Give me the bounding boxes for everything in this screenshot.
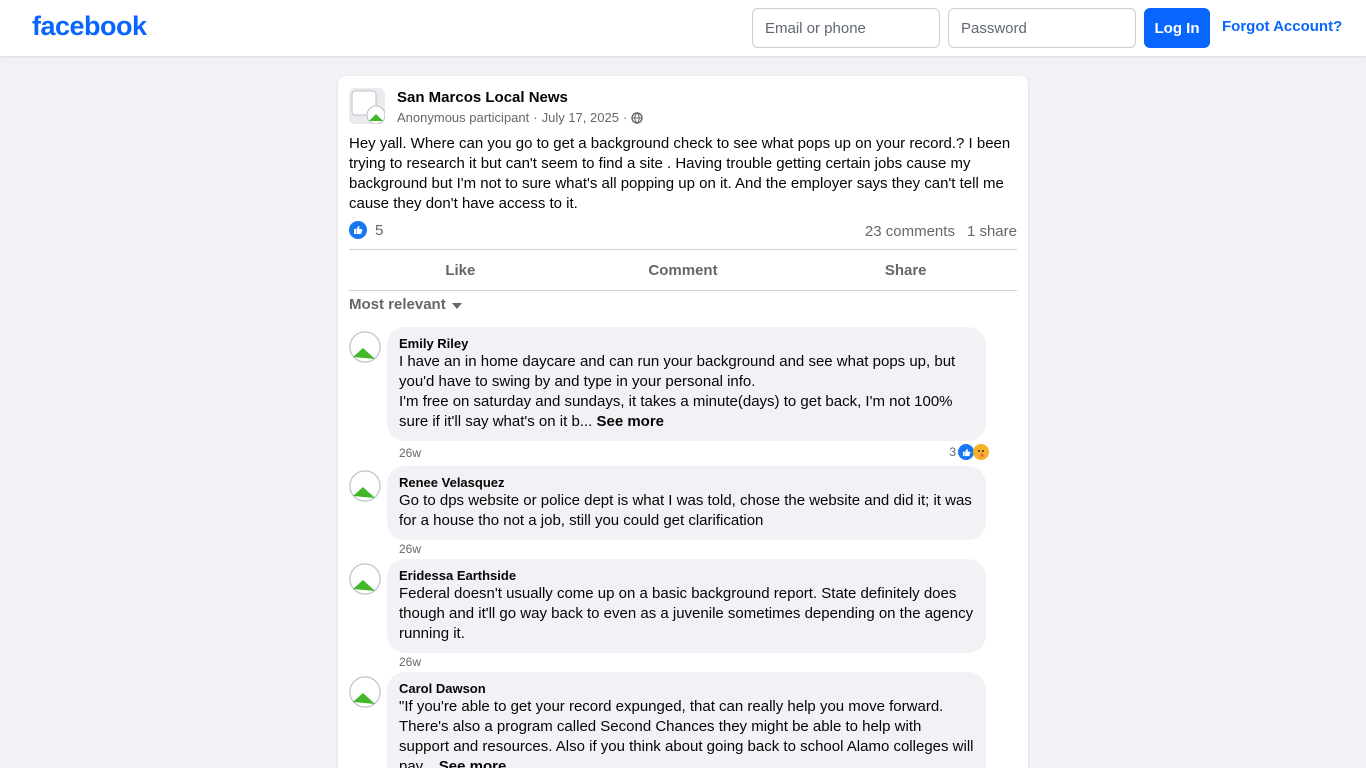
like-reaction-icon <box>958 444 974 460</box>
like-button[interactable]: Like <box>349 250 572 290</box>
commenter-name[interactable]: Renee Velasquez <box>399 475 974 491</box>
commenter-name[interactable]: Emily Riley <box>399 336 974 352</box>
meta-separator: · <box>622 110 628 125</box>
comment-sort-dropdown[interactable]: Most relevant <box>349 296 462 313</box>
care-reaction-icon <box>973 444 989 460</box>
reaction-summary[interactable]: 5 <box>349 221 383 239</box>
shares-count-link[interactable]: 1 share <box>967 223 1017 240</box>
comment-bubble: Carol Dawson "If you're able to get your… <box>387 672 986 768</box>
commenter-avatar[interactable] <box>349 331 381 363</box>
commenter-avatar[interactable] <box>349 676 381 708</box>
comment-text-continued: I'm free on saturday and sundays, it tak… <box>399 392 974 432</box>
comment-reactions[interactable]: 3 <box>949 444 989 460</box>
post-meta: Anonymous participant · July 17, 2025 · <box>397 110 643 125</box>
commenter-name[interactable]: Eridessa Earthside <box>399 568 974 584</box>
email-input[interactable] <box>752 8 940 48</box>
comment-text: I have an in home daycare and can run yo… <box>399 353 956 390</box>
comment-time[interactable]: 26w <box>399 655 421 669</box>
comment-bubble: Eridessa Earthside Federal doesn't usual… <box>387 559 986 653</box>
post-card: San Marcos Local News Anonymous particip… <box>338 76 1028 768</box>
like-reaction-icon <box>349 221 367 239</box>
post-actions: Like Comment Share <box>349 250 1017 290</box>
comment-text: Go to dps website or police dept is what… <box>399 492 972 529</box>
post-author[interactable]: Anonymous participant <box>397 110 529 125</box>
comment-text-2: I'm free on saturday and sundays, it tak… <box>399 393 953 430</box>
group-avatar[interactable] <box>349 88 385 124</box>
password-input[interactable] <box>948 8 1136 48</box>
comment-text: Federal doesn't usually come up on a bas… <box>399 585 974 642</box>
divider <box>349 290 1017 291</box>
top-bar: facebook Log In Forgot Account? <box>0 0 1366 56</box>
facebook-logo[interactable]: facebook <box>32 11 147 42</box>
login-button[interactable]: Log In <box>1144 8 1210 48</box>
comment-time[interactable]: 26w <box>399 542 421 556</box>
caret-down-icon <box>451 303 462 309</box>
comment-bubble: Renee Velasquez Go to dps website or pol… <box>387 466 986 540</box>
comment-bubble: Emily Riley I have an in home daycare an… <box>387 327 986 441</box>
comment-text-wrap: "If you're able to get your record expun… <box>399 697 974 768</box>
post-date[interactable]: July 17, 2025 <box>542 110 619 125</box>
commenter-name[interactable]: Carol Dawson <box>399 681 974 697</box>
comment-button[interactable]: Comment <box>572 250 795 290</box>
see-more-link[interactable]: See more <box>439 758 507 768</box>
share-button[interactable]: Share <box>794 250 1017 290</box>
comment-time[interactable]: 26w <box>399 446 421 460</box>
commenter-avatar[interactable] <box>349 563 381 595</box>
comment-reaction-count: 3 <box>949 445 956 459</box>
comments-count-link[interactable]: 23 comments <box>865 223 955 240</box>
see-more-link[interactable]: See more <box>596 413 664 430</box>
globe-icon <box>631 111 643 124</box>
post-body: Hey yall. Where can you go to get a back… <box>349 135 1011 212</box>
forgot-account-link[interactable]: Forgot Account? <box>1222 18 1342 35</box>
commenter-avatar[interactable] <box>349 470 381 502</box>
reaction-count: 5 <box>375 221 384 239</box>
engagement-counts: 23 comments 1 share <box>865 223 1017 240</box>
group-name[interactable]: San Marcos Local News <box>397 89 568 106</box>
sort-label: Most relevant <box>349 296 446 313</box>
meta-separator: · <box>533 110 538 125</box>
